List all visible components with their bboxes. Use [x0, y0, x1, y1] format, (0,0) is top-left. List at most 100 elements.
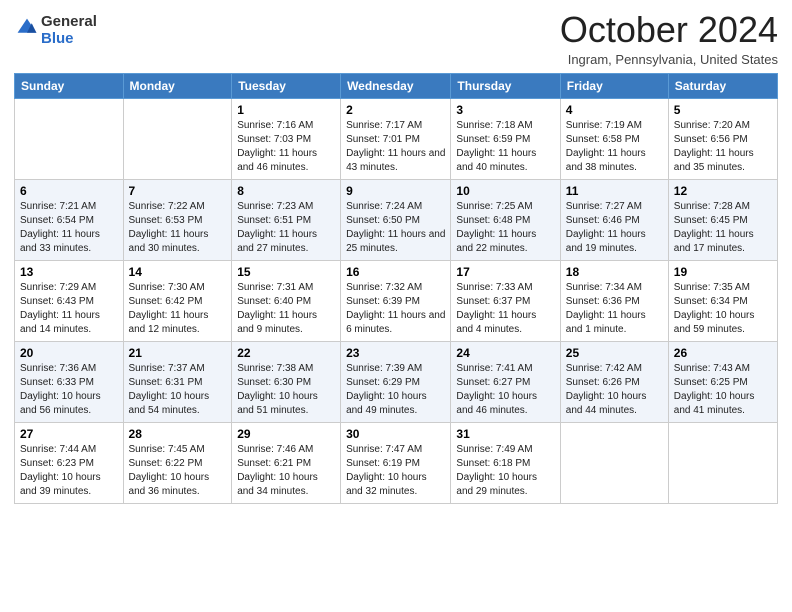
calendar-table: SundayMondayTuesdayWednesdayThursdayFrid…: [14, 73, 778, 504]
day-number: 23: [346, 346, 445, 360]
day-number: 13: [20, 265, 118, 279]
day-header-friday: Friday: [560, 73, 668, 98]
day-number: 29: [237, 427, 335, 441]
day-number: 2: [346, 103, 445, 117]
day-number: 17: [456, 265, 554, 279]
day-info: Sunrise: 7:30 AM Sunset: 6:42 PM Dayligh…: [129, 281, 227, 337]
day-number: 21: [129, 346, 227, 360]
day-info: Sunrise: 7:49 AM Sunset: 6:18 PM Dayligh…: [456, 443, 554, 499]
logo-icon: [16, 17, 38, 39]
day-cell-4: 4Sunrise: 7:19 AM Sunset: 6:58 PM Daylig…: [560, 98, 668, 179]
day-info: Sunrise: 7:31 AM Sunset: 6:40 PM Dayligh…: [237, 281, 335, 337]
day-cell-21: 21Sunrise: 7:37 AM Sunset: 6:31 PM Dayli…: [123, 341, 232, 422]
week-row-3: 13 Sunrise: 7:29 AM Sunset: 6:43 PM Dayli…: [15, 260, 778, 341]
day-cell-14: 14 Sunrise: 7:30 AM Sunset: 6:42 PM Dayli…: [123, 260, 232, 341]
day-info: Sunrise: 7:38 AM Sunset: 6:30 PM Dayligh…: [237, 362, 335, 418]
day-number: 16: [346, 265, 445, 279]
day-cell-31: 31 Sunrise: 7:49 AM Sunset: 6:18 PM Dayli…: [451, 422, 560, 503]
day-info: Sunrise: 7:19 AM Sunset: 6:58 PM Dayligh…: [566, 119, 663, 175]
day-cell-7: 7Sunrise: 7:22 AM Sunset: 6:53 PM Daylig…: [123, 179, 232, 260]
day-number: 6: [20, 184, 118, 198]
day-info: Sunrise: 7:42 AM Sunset: 6:26 PM Dayligh…: [566, 362, 663, 418]
logo-blue-text: Blue: [41, 30, 74, 47]
day-info: Sunrise: 7:18 AM Sunset: 6:59 PM Dayligh…: [456, 119, 554, 175]
day-cell-29: 29Sunrise: 7:46 AM Sunset: 6:21 PM Dayli…: [232, 422, 341, 503]
day-info: Sunrise: 7:28 AM Sunset: 6:45 PM Dayligh…: [674, 200, 772, 256]
day-info: Sunrise: 7:44 AM Sunset: 6:23 PM Dayligh…: [20, 443, 118, 499]
title-block: October 2024 Ingram, Pennsylvania, Unite…: [560, 10, 778, 67]
logo-general-text: General: [41, 13, 97, 30]
day-number: 30: [346, 427, 445, 441]
header-row: SundayMondayTuesdayWednesdayThursdayFrid…: [15, 73, 778, 98]
day-info: Sunrise: 7:29 AM Sunset: 6:43 PM Dayligh…: [20, 281, 118, 337]
day-cell-18: 18 Sunrise: 7:34 AM Sunset: 6:36 PM Dayli…: [560, 260, 668, 341]
day-info: Sunrise: 7:43 AM Sunset: 6:25 PM Dayligh…: [674, 362, 772, 418]
day-info: Sunrise: 7:35 AM Sunset: 6:34 PM Dayligh…: [674, 281, 772, 337]
day-info: Sunrise: 7:17 AM Sunset: 7:01 PM Dayligh…: [346, 119, 445, 175]
day-header-wednesday: Wednesday: [341, 73, 451, 98]
day-cell-empty: [560, 422, 668, 503]
day-cell-24: 24 Sunrise: 7:41 AM Sunset: 6:27 PM Dayli…: [451, 341, 560, 422]
day-number: 14: [129, 265, 227, 279]
day-info: Sunrise: 7:36 AM Sunset: 6:33 PM Dayligh…: [20, 362, 118, 418]
day-info: Sunrise: 7:32 AM Sunset: 6:39 PM Dayligh…: [346, 281, 445, 337]
day-number: 5: [674, 103, 772, 117]
day-cell-19: 19 Sunrise: 7:35 AM Sunset: 6:34 PM Dayli…: [668, 260, 777, 341]
day-header-saturday: Saturday: [668, 73, 777, 98]
week-row-1: 1Sunrise: 7:16 AM Sunset: 7:03 PM Daylig…: [15, 98, 778, 179]
day-header-monday: Monday: [123, 73, 232, 98]
day-number: 12: [674, 184, 772, 198]
day-cell-20: 20Sunrise: 7:36 AM Sunset: 6:33 PM Dayli…: [15, 341, 124, 422]
day-cell-25: 25 Sunrise: 7:42 AM Sunset: 6:26 PM Dayli…: [560, 341, 668, 422]
day-number: 10: [456, 184, 554, 198]
month-title: October 2024: [560, 10, 778, 50]
day-number: 18: [566, 265, 663, 279]
day-cell-5: 5 Sunrise: 7:20 AM Sunset: 6:56 PM Daylig…: [668, 98, 777, 179]
day-cell-26: 26 Sunrise: 7:43 AM Sunset: 6:25 PM Dayli…: [668, 341, 777, 422]
day-info: Sunrise: 7:34 AM Sunset: 6:36 PM Dayligh…: [566, 281, 663, 337]
day-number: 11: [566, 184, 663, 198]
location-text: Ingram, Pennsylvania, United States: [560, 52, 778, 67]
day-number: 24: [456, 346, 554, 360]
page-header: General Blue October 2024 Ingram, Pennsy…: [14, 10, 778, 67]
day-header-sunday: Sunday: [15, 73, 124, 98]
day-info: Sunrise: 7:33 AM Sunset: 6:37 PM Dayligh…: [456, 281, 554, 337]
day-number: 7: [129, 184, 227, 198]
day-number: 9: [346, 184, 445, 198]
day-number: 3: [456, 103, 554, 117]
day-info: Sunrise: 7:39 AM Sunset: 6:29 PM Dayligh…: [346, 362, 445, 418]
day-cell-16: 16 Sunrise: 7:32 AM Sunset: 6:39 PM Dayli…: [341, 260, 451, 341]
day-info: Sunrise: 7:47 AM Sunset: 6:19 PM Dayligh…: [346, 443, 445, 499]
day-header-tuesday: Tuesday: [232, 73, 341, 98]
day-info: Sunrise: 7:24 AM Sunset: 6:50 PM Dayligh…: [346, 200, 445, 256]
day-number: 26: [674, 346, 772, 360]
logo-text: General Blue: [41, 14, 97, 47]
day-cell-12: 12 Sunrise: 7:28 AM Sunset: 6:45 PM Dayli…: [668, 179, 777, 260]
day-number: 22: [237, 346, 335, 360]
day-cell-22: 22 Sunrise: 7:38 AM Sunset: 6:30 PM Dayli…: [232, 341, 341, 422]
day-info: Sunrise: 7:45 AM Sunset: 6:22 PM Dayligh…: [129, 443, 227, 499]
day-number: 15: [237, 265, 335, 279]
day-header-thursday: Thursday: [451, 73, 560, 98]
day-cell-1: 1Sunrise: 7:16 AM Sunset: 7:03 PM Daylig…: [232, 98, 341, 179]
calendar-page: General Blue October 2024 Ingram, Pennsy…: [0, 0, 792, 612]
day-number: 19: [674, 265, 772, 279]
day-cell-2: 2 Sunrise: 7:17 AM Sunset: 7:01 PM Daylig…: [341, 98, 451, 179]
day-cell-6: 6 Sunrise: 7:21 AM Sunset: 6:54 PM Daylig…: [15, 179, 124, 260]
day-info: Sunrise: 7:41 AM Sunset: 6:27 PM Dayligh…: [456, 362, 554, 418]
day-number: 25: [566, 346, 663, 360]
day-number: 31: [456, 427, 554, 441]
day-cell-3: 3 Sunrise: 7:18 AM Sunset: 6:59 PM Daylig…: [451, 98, 560, 179]
day-number: 27: [20, 427, 118, 441]
day-cell-9: 9 Sunrise: 7:24 AM Sunset: 6:50 PM Daylig…: [341, 179, 451, 260]
day-cell-15: 15 Sunrise: 7:31 AM Sunset: 6:40 PM Dayli…: [232, 260, 341, 341]
day-info: Sunrise: 7:21 AM Sunset: 6:54 PM Dayligh…: [20, 200, 118, 256]
day-info: Sunrise: 7:27 AM Sunset: 6:46 PM Dayligh…: [566, 200, 663, 256]
day-cell-27: 27 Sunrise: 7:44 AM Sunset: 6:23 PM Dayli…: [15, 422, 124, 503]
day-info: Sunrise: 7:20 AM Sunset: 6:56 PM Dayligh…: [674, 119, 772, 175]
day-info: Sunrise: 7:23 AM Sunset: 6:51 PM Dayligh…: [237, 200, 335, 256]
day-cell-8: 8Sunrise: 7:23 AM Sunset: 6:51 PM Daylig…: [232, 179, 341, 260]
day-cell-23: 23 Sunrise: 7:39 AM Sunset: 6:29 PM Dayli…: [341, 341, 451, 422]
day-number: 1: [237, 103, 335, 117]
day-cell-empty: [123, 98, 232, 179]
